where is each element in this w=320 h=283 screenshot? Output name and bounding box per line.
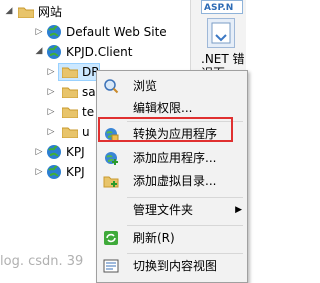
menu-item-edit-permissions[interactable]: 编辑权限... <box>97 97 246 119</box>
tree-node-u[interactable]: ▷ u <box>0 122 100 142</box>
menu-item-label: 管理文件夹 <box>133 203 194 217</box>
menu-item-add-app[interactable]: 添加应用程序... <box>97 147 246 169</box>
folder-icon <box>62 66 78 78</box>
menu-item-label: 编辑权限... <box>133 101 193 115</box>
menu-item-label: 添加虚拟目录... <box>133 174 217 188</box>
menu-item-label: 浏览 <box>133 79 158 93</box>
tree-node-sites[interactable]: ◢ 网站 <box>0 2 120 22</box>
tree-node-kpj-1[interactable]: ▷ KPJ <box>0 142 100 162</box>
menu-separator <box>127 225 243 226</box>
globe-icon <box>46 144 62 160</box>
error-pages-icon[interactable] <box>207 18 235 48</box>
tree-node-label: KPJD.Client <box>66 45 133 59</box>
folder-icon <box>62 126 78 138</box>
chevron-down-icon[interactable]: ◢ <box>34 41 44 61</box>
tree-node-default-web-site[interactable]: ▷ Default Web Site <box>0 22 180 42</box>
menu-item-browse[interactable]: 浏览 <box>97 75 246 97</box>
menu-item-manage-folder[interactable]: 管理文件夹 ▶ <box>97 199 246 221</box>
browse-icon <box>103 78 119 94</box>
add-app-icon <box>103 150 119 166</box>
tree-node-kpjd-client[interactable]: ◢ KPJD.Client <box>0 42 180 62</box>
globe-icon <box>46 44 62 60</box>
asp-net-badge: ASP.N <box>201 0 243 14</box>
chevron-right-icon[interactable]: ▷ <box>46 102 56 122</box>
submenu-arrow-icon: ▶ <box>235 205 242 215</box>
chevron-right-icon[interactable]: ▷ <box>34 162 44 182</box>
folder-icon <box>62 86 78 98</box>
chevron-right-icon[interactable]: ▷ <box>46 82 56 102</box>
tree-node-label: u <box>82 125 90 139</box>
annotation-highlight-box <box>98 117 233 142</box>
chevron-right-icon[interactable]: ▷ <box>46 62 56 82</box>
folder-icon <box>18 6 34 18</box>
tree-node-kpj-2[interactable]: ▷ KPJ <box>0 162 100 182</box>
tree-node-label: Default Web Site <box>66 25 167 39</box>
menu-item-add-virtual-dir[interactable]: 添加虚拟目录... <box>97 170 246 192</box>
refresh-icon <box>103 230 119 246</box>
folder-icon <box>62 106 78 118</box>
chevron-right-icon[interactable]: ▷ <box>34 22 44 42</box>
menu-item-label: 刷新(R) <box>133 231 175 245</box>
tree-node-label: KPJ <box>66 145 85 159</box>
watermark: log. csdn. 39 <box>0 254 84 269</box>
chevron-right-icon[interactable]: ▷ <box>46 122 56 142</box>
tree-node-label: 网站 <box>38 5 63 19</box>
tree-node-label: KPJ <box>66 165 85 179</box>
tree-node-label: te <box>82 105 95 119</box>
tree-node-te[interactable]: ▷ te <box>0 102 100 122</box>
tree-node-sa[interactable]: ▷ sa <box>0 82 100 102</box>
chevron-right-icon[interactable]: ▷ <box>34 142 44 162</box>
globe-icon <box>46 24 62 40</box>
menu-item-refresh[interactable]: 刷新(R) <box>97 227 246 249</box>
globe-icon <box>46 164 62 180</box>
chevron-down-icon[interactable]: ◢ <box>4 1 14 21</box>
menu-separator <box>127 197 243 198</box>
menu-item-label: 添加应用程序... <box>133 151 217 165</box>
tree-node-label: sa <box>82 85 96 99</box>
add-virtual-dir-icon <box>103 173 119 189</box>
